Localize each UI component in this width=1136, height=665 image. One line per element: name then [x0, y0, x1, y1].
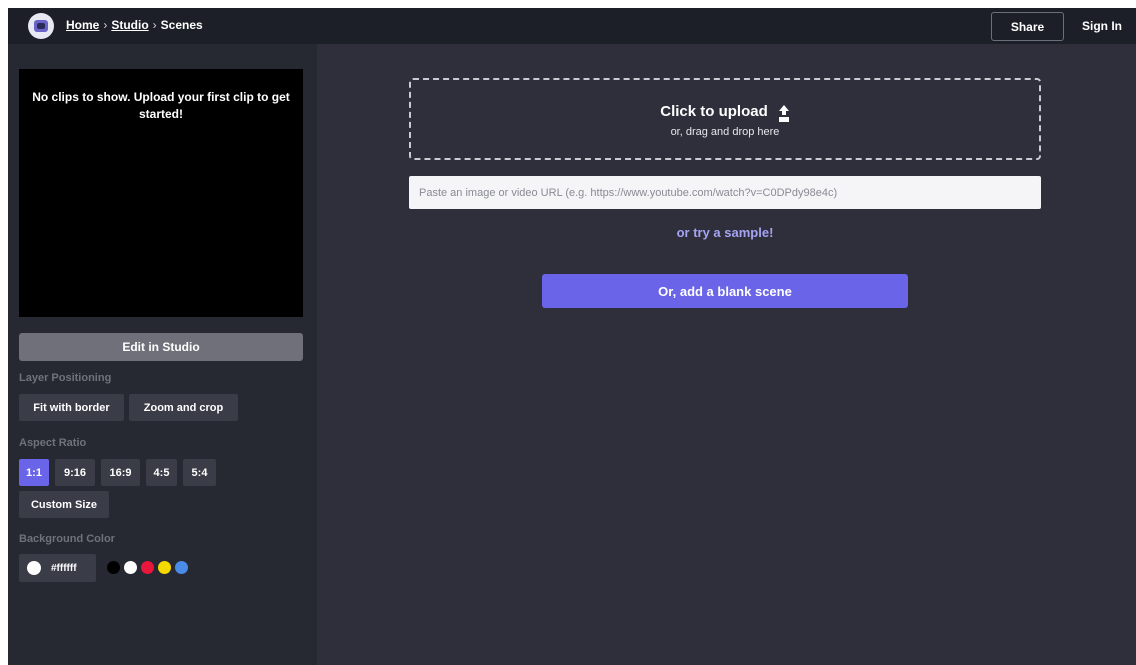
aspect-ratio-label: Aspect Ratio [19, 437, 87, 449]
background-color-value: #ffffff [51, 562, 77, 574]
aspect-4-5-button[interactable]: 4:5 [146, 459, 177, 486]
media-url-input[interactable] [409, 176, 1041, 209]
breadcrumb-separator: › [103, 18, 108, 32]
background-color-label: Background Color [19, 533, 115, 545]
aspect-5-4-button[interactable]: 5:4 [183, 459, 216, 486]
empty-clips-message: No clips to show. Upload your first clip… [32, 90, 290, 121]
current-color-swatch [27, 561, 41, 575]
try-sample-link[interactable]: or try a sample! [409, 225, 1041, 240]
breadcrumb-separator: › [152, 18, 157, 32]
aspect-9-16-button[interactable]: 9:16 [55, 459, 95, 486]
top-nav: Home › Studio › Scenes Share Sign In [8, 8, 1136, 44]
breadcrumb: Home › Studio › Scenes [66, 18, 203, 32]
background-color-picker[interactable]: #ffffff [19, 554, 96, 582]
color-swatch-red[interactable] [141, 561, 154, 574]
zoom-and-crop-button[interactable]: Zoom and crop [129, 394, 238, 421]
clip-preview: No clips to show. Upload your first clip… [19, 69, 303, 317]
aspect-1-1-button[interactable]: 1:1 [19, 459, 49, 486]
share-button[interactable]: Share [991, 12, 1064, 41]
add-blank-scene-button[interactable]: Or, add a blank scene [542, 274, 908, 308]
sign-in-link[interactable]: Sign In [1082, 19, 1122, 33]
fit-with-border-button[interactable]: Fit with border [19, 394, 124, 421]
color-swatch-black[interactable] [107, 561, 120, 574]
color-palette [107, 561, 188, 574]
color-swatch-white[interactable] [124, 561, 137, 574]
upload-title: Click to upload [411, 103, 1039, 120]
upload-title-text: Click to upload [660, 103, 768, 120]
aspect-16-9-button[interactable]: 16:9 [101, 459, 140, 486]
layer-positioning-label: Layer Positioning [19, 372, 112, 384]
color-swatch-blue[interactable] [175, 561, 188, 574]
breadcrumb-current: Scenes [160, 18, 203, 32]
app-window: Home › Studio › Scenes Share Sign In No … [8, 8, 1136, 665]
color-swatch-yellow[interactable] [158, 561, 171, 574]
upload-dropzone[interactable]: Click to upload or, drag and drop here [409, 78, 1041, 160]
breadcrumb-home-link[interactable]: Home [66, 18, 99, 32]
edit-in-studio-button[interactable]: Edit in Studio [19, 333, 303, 361]
breadcrumb-studio-link[interactable]: Studio [111, 18, 148, 32]
upload-subtext: or, drag and drop here [670, 126, 780, 138]
app-logo-icon[interactable] [28, 13, 54, 39]
sidebar: No clips to show. Upload your first clip… [8, 44, 317, 665]
upload-icon [778, 104, 790, 119]
custom-size-button[interactable]: Custom Size [19, 491, 109, 518]
